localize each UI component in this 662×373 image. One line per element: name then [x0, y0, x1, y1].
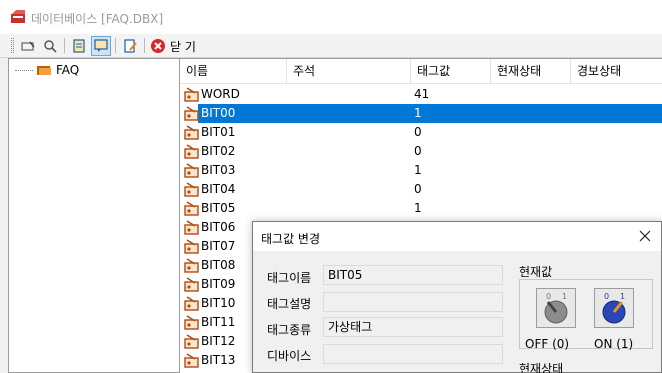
table-row[interactable]: BIT04 0: [180, 180, 662, 199]
tree-item-label: FAQ: [56, 63, 80, 77]
change-tag-value-dialog: 태그값 변경 태그이름 BIT05 태그설명 태그종류 가상태그 디바이스 현재…: [252, 221, 662, 373]
tag-value-cell: 1: [414, 106, 422, 120]
svg-text:1: 1: [562, 292, 567, 301]
tag-value-cell: 41: [414, 87, 430, 101]
tree-pane: FAQ: [8, 58, 180, 373]
off-switch-button[interactable]: 0 1: [536, 288, 576, 328]
column-header-alarm-state[interactable]: 경보상태: [571, 59, 662, 84]
dialog-close-icon[interactable]: [637, 228, 653, 244]
table-row[interactable]: BIT00 1: [180, 104, 662, 123]
tag-name-label: 태그이름: [267, 271, 312, 285]
tag-value-cell: 0: [414, 125, 422, 139]
window-title: 데이터베이스 [FAQ.DBX]: [31, 12, 164, 26]
tag-name-field: BIT05: [323, 265, 503, 285]
tag-name-cell: BIT07: [201, 239, 236, 253]
current-value-group-label: 현재값: [519, 265, 553, 279]
toolbar-separator: [115, 38, 116, 53]
tag-value-cell: 0: [414, 182, 422, 196]
find-tag-button[interactable]: [40, 36, 60, 56]
comment-view-icon: [94, 39, 108, 52]
tag-type-field: 가상태그: [323, 317, 503, 337]
toolbar-separator: [144, 38, 145, 53]
tag-name-cell: BIT09: [201, 277, 236, 291]
on-switch-label: ON (1): [594, 337, 634, 351]
svg-text:0: 0: [546, 292, 551, 301]
selection-highlight: [198, 104, 662, 123]
current-state-group-label: 현재상태: [519, 362, 564, 373]
folder-icon: [37, 66, 51, 75]
table-row[interactable]: BIT01 0: [180, 123, 662, 142]
tag-name-cell: BIT11: [201, 315, 236, 329]
tag-name-cell: BIT01: [201, 125, 236, 139]
tree-connector: [15, 69, 33, 71]
switch-on-icon: 0 1: [595, 289, 633, 327]
tag-description-field: [323, 292, 503, 312]
tag-name-cell: BIT10: [201, 296, 236, 310]
view-comment-button[interactable]: [91, 36, 111, 56]
tag-name-cell: BIT13: [201, 353, 236, 367]
title-bar: 데이터베이스 [FAQ.DBX]: [0, 0, 662, 34]
tree-item-faq[interactable]: FAQ: [15, 61, 79, 79]
properties-icon: [124, 39, 137, 53]
list-header: 이름 주석 태그값 현재상태 경보상태: [180, 59, 662, 84]
close-button[interactable]: [148, 36, 168, 56]
column-header-name[interactable]: 이름: [180, 59, 287, 84]
tag-name-cell: BIT03: [201, 163, 236, 177]
tag-type-label: 태그종류: [267, 323, 312, 337]
tag-name-cell: BIT06: [201, 220, 236, 234]
svg-text:1: 1: [620, 292, 625, 301]
table-row[interactable]: BIT02 0: [180, 142, 662, 161]
table-row[interactable]: WORD 41: [180, 85, 662, 104]
device-field: [323, 344, 503, 364]
database-app-icon: [11, 10, 25, 23]
toolbar: 닫 기: [0, 34, 662, 58]
document-view-icon: [73, 39, 85, 53]
tag-value-cell: 1: [414, 163, 422, 177]
column-header-comment[interactable]: 주석: [287, 59, 411, 84]
switch-off-icon: 0 1: [537, 289, 575, 327]
tag-value-cell: 1: [414, 201, 422, 215]
current-value-group: 0 1 0 1 OFF (0) ON (1): [519, 279, 653, 351]
svg-text:0: 0: [604, 292, 609, 301]
dialog-title: 태그값 변경: [261, 232, 321, 246]
view-list-button[interactable]: [69, 36, 89, 56]
tag-name-cell: BIT04: [201, 182, 236, 196]
toolbar-grip[interactable]: [11, 38, 14, 53]
tag-name-cell: BIT12: [201, 334, 236, 348]
tag-name-cell: BIT08: [201, 258, 236, 272]
dialog-title-bar[interactable]: 태그값 변경: [253, 222, 661, 251]
toolbar-separator: [64, 38, 65, 53]
tag-name-cell: BIT00: [201, 106, 236, 120]
find-icon: [44, 40, 57, 53]
table-row[interactable]: BIT03 1: [180, 161, 662, 180]
device-label: 디바이스: [267, 349, 312, 363]
edit-tag-button[interactable]: [18, 36, 38, 56]
off-switch-label: OFF (0): [525, 337, 570, 351]
tag-value-cell: 0: [414, 144, 422, 158]
close-button-label[interactable]: 닫 기: [170, 38, 196, 55]
tag-description-label: 태그설명: [267, 297, 312, 311]
tag-name-cell: BIT05: [201, 201, 236, 215]
table-row[interactable]: BIT05 1: [180, 199, 662, 218]
properties-button[interactable]: [120, 36, 140, 56]
on-switch-button[interactable]: 0 1: [594, 288, 634, 328]
tag-name-cell: BIT02: [201, 144, 236, 158]
close-circle-icon: [151, 39, 165, 53]
tag-name-cell: WORD: [201, 87, 240, 101]
column-header-tag-value[interactable]: 태그값: [411, 59, 491, 84]
tag-edit-icon: [21, 41, 35, 51]
column-header-current-state[interactable]: 현재상태: [491, 59, 571, 84]
